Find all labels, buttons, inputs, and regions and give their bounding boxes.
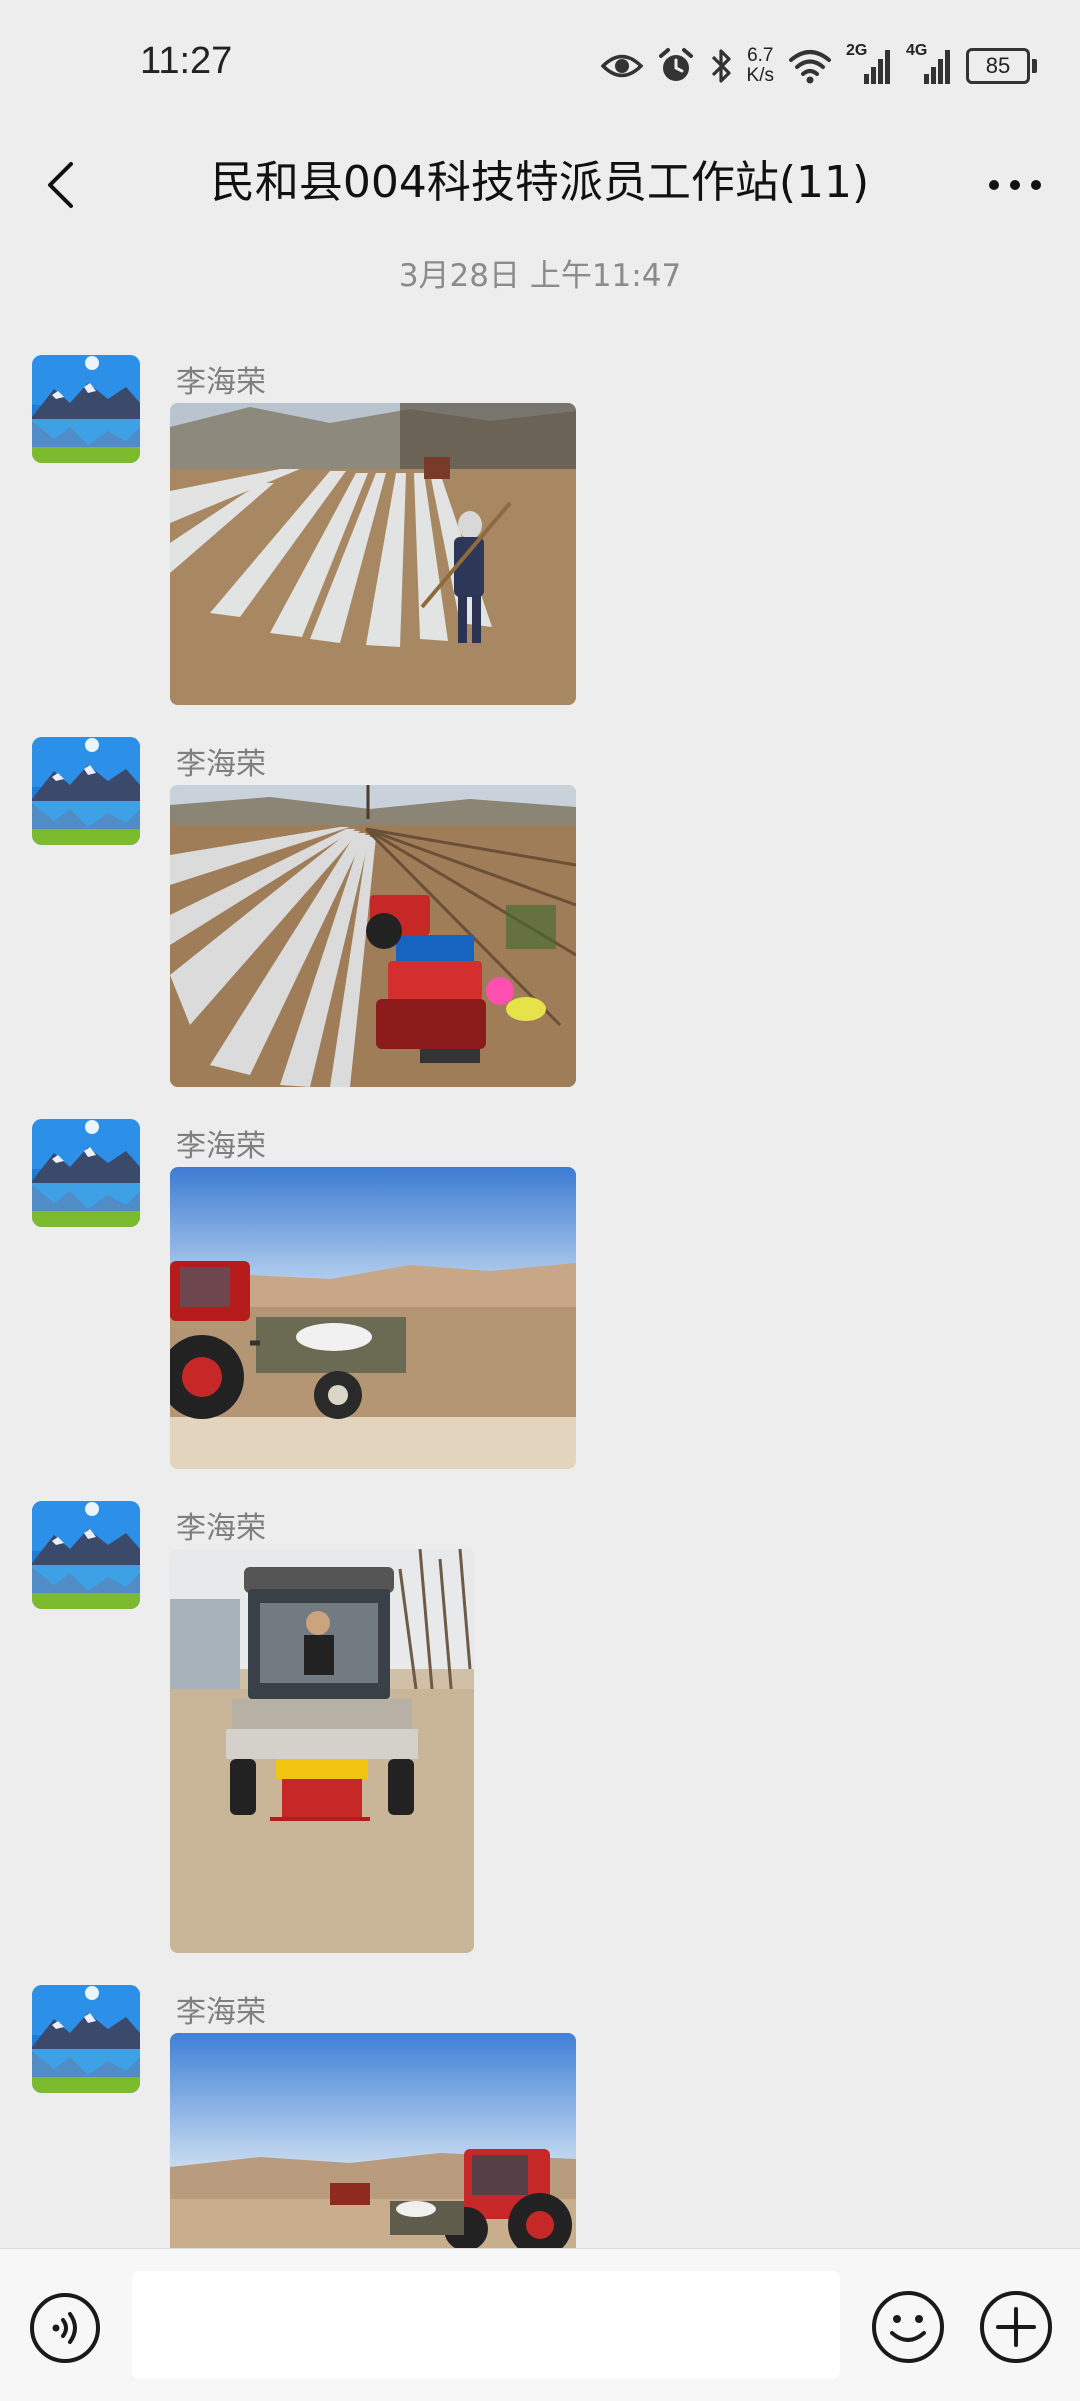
sender-name: 李海荣	[176, 1511, 266, 1546]
avatar[interactable]	[32, 1501, 140, 1609]
title-bar: 民和县004科技特派员工作站(11)	[0, 130, 1080, 240]
net-speed-unit: K/s	[746, 65, 774, 86]
image-message[interactable]	[170, 2033, 576, 2248]
emoji-button[interactable]	[870, 2289, 946, 2365]
chevron-left-icon	[48, 162, 73, 208]
status-icons: 6.7 K/s 2G 4G 85	[600, 38, 1037, 94]
more-dots-icon	[989, 180, 1041, 190]
image-message[interactable]	[170, 1549, 474, 1953]
net-speed: 6.7 K/s	[747, 46, 774, 86]
wifi-icon	[789, 50, 831, 84]
signal-sim2: 4G	[906, 42, 952, 86]
signal-icon	[924, 50, 950, 84]
sender-name: 李海荣	[176, 365, 266, 400]
sender-name: 李海荣	[176, 1129, 266, 1164]
avatar[interactable]	[32, 1985, 140, 2093]
input-bar	[0, 2248, 1080, 2401]
image-message[interactable]	[170, 785, 576, 1087]
more-button[interactable]	[980, 152, 1050, 218]
message-input[interactable]	[132, 2271, 840, 2379]
voice-button[interactable]	[28, 2291, 102, 2365]
eye-icon	[600, 54, 643, 78]
status-bar: 11:27 6.7 K/s 2G 4G 85	[0, 0, 1080, 130]
net-speed-value: 6.7	[747, 45, 774, 66]
signal-sim1: 2G	[846, 42, 892, 86]
chat-title: 民和县004科技特派员工作站(11)	[210, 157, 870, 208]
status-time: 11:27	[140, 40, 233, 82]
bluetooth-icon	[711, 49, 731, 83]
more-functions-button[interactable]	[978, 2289, 1054, 2365]
voice-icon	[30, 2293, 100, 2363]
alarm-icon	[658, 48, 693, 81]
emoji-icon	[872, 2291, 944, 2363]
avatar[interactable]	[32, 355, 140, 463]
signal-icon	[864, 50, 890, 84]
message-timestamp: 3月28日 上午11:47	[398, 258, 682, 294]
battery-level: 85	[985, 53, 1011, 78]
back-button[interactable]	[30, 152, 90, 218]
plus-icon	[980, 2291, 1052, 2363]
avatar[interactable]	[32, 1119, 140, 1227]
sender-name: 李海荣	[176, 1995, 266, 2030]
image-message[interactable]	[170, 403, 576, 705]
avatar[interactable]	[32, 737, 140, 845]
battery-icon: 85	[966, 48, 1037, 84]
sender-name: 李海荣	[176, 747, 266, 782]
image-message[interactable]	[170, 1167, 576, 1469]
